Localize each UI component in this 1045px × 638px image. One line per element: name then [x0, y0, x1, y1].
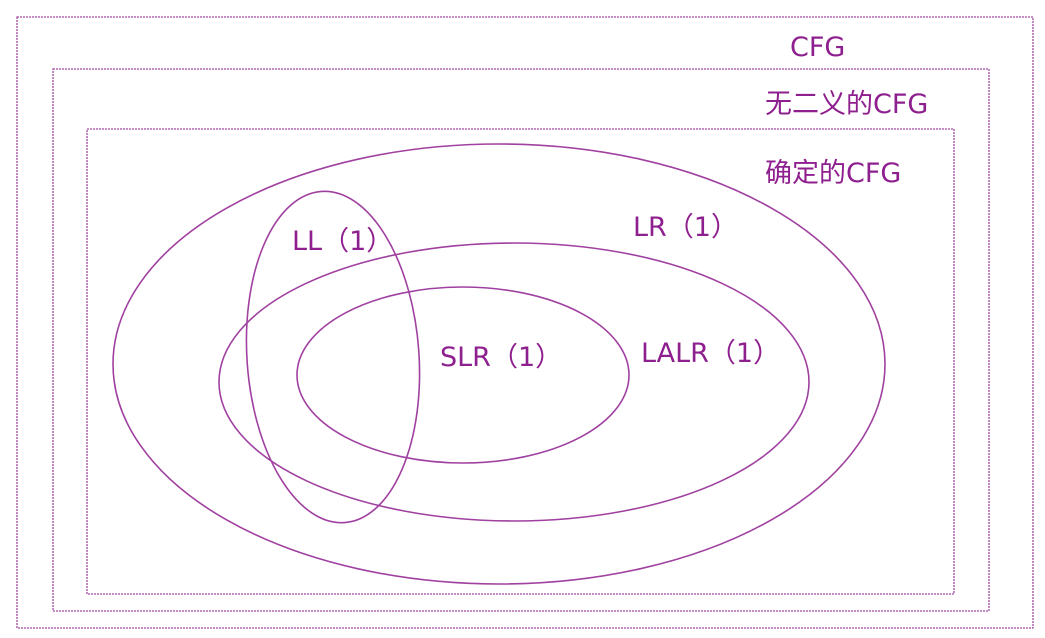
grammar-classes-venn-diagram: CFG 无二义的CFG 确定的CFG LL（1） LR（1） SLR（1） LA… — [16, 16, 1034, 629]
deterministic-cfg-label: 确定的CFG — [765, 158, 901, 189]
ll1-label: LL（1） — [292, 226, 393, 257]
lalr1-ellipse — [218, 242, 810, 522]
lalr1-label: LALR（1） — [641, 338, 780, 369]
lr1-label: LR（1） — [633, 212, 738, 243]
slr1-ellipse — [296, 286, 630, 464]
unambiguous-cfg-label: 无二义的CFG — [765, 89, 928, 120]
unambiguous-cfg-frame — [52, 68, 990, 612]
cfg-label: CFG — [790, 32, 845, 63]
slr1-label: SLR（1） — [440, 342, 562, 373]
